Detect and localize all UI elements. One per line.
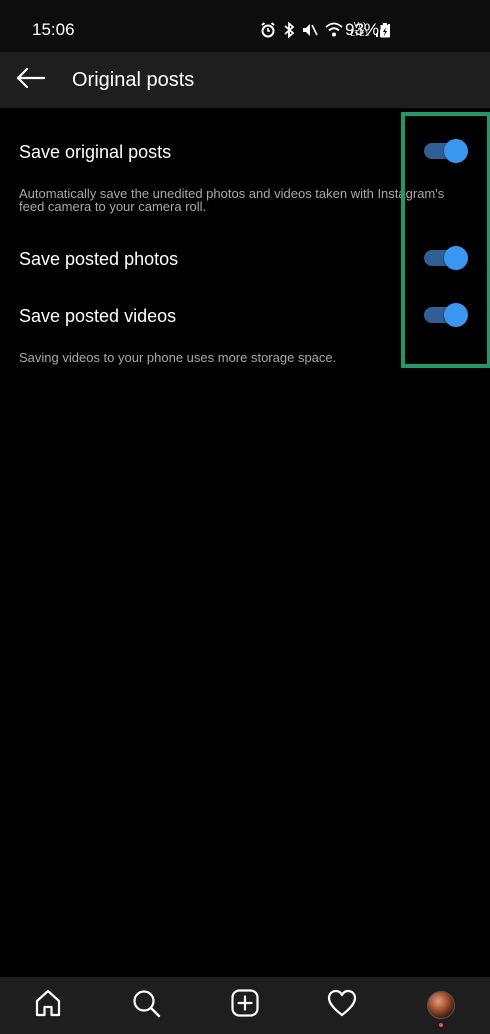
toggles-highlight-box [401,112,490,368]
status-time: 15:06 [32,20,75,39]
battery-charging-icon [380,23,390,43]
save-posted-photos-label: Save posted photos [19,249,179,269]
mute-icon [302,22,319,38]
status-bar: 15:06 Vo) LTE1 93% [0,0,490,52]
activity-heart-icon [327,989,357,1022]
battery-percentage: 93% [345,20,380,39]
bluetooth-icon [283,22,295,38]
back-button[interactable] [8,58,52,102]
nav-new-post[interactable] [225,985,265,1025]
alarm-icon [260,22,276,38]
back-arrow-icon [15,67,46,94]
save-posted-videos-label: Save posted videos [19,306,177,326]
search-icon [131,988,161,1023]
app-bar: Original posts [0,52,490,108]
profile-avatar [427,991,455,1019]
notification-dot [439,1023,443,1027]
home-icon [33,988,63,1023]
nav-profile[interactable] [421,985,461,1027]
save-original-posts-label: Save original posts [19,142,172,162]
nav-search[interactable] [126,985,166,1025]
nav-home[interactable] [28,985,68,1025]
wifi-icon [325,22,344,38]
add-post-icon [230,988,260,1023]
page-title: Original posts [72,69,195,91]
bottom-nav [0,977,490,1034]
nav-activity[interactable] [322,985,362,1025]
